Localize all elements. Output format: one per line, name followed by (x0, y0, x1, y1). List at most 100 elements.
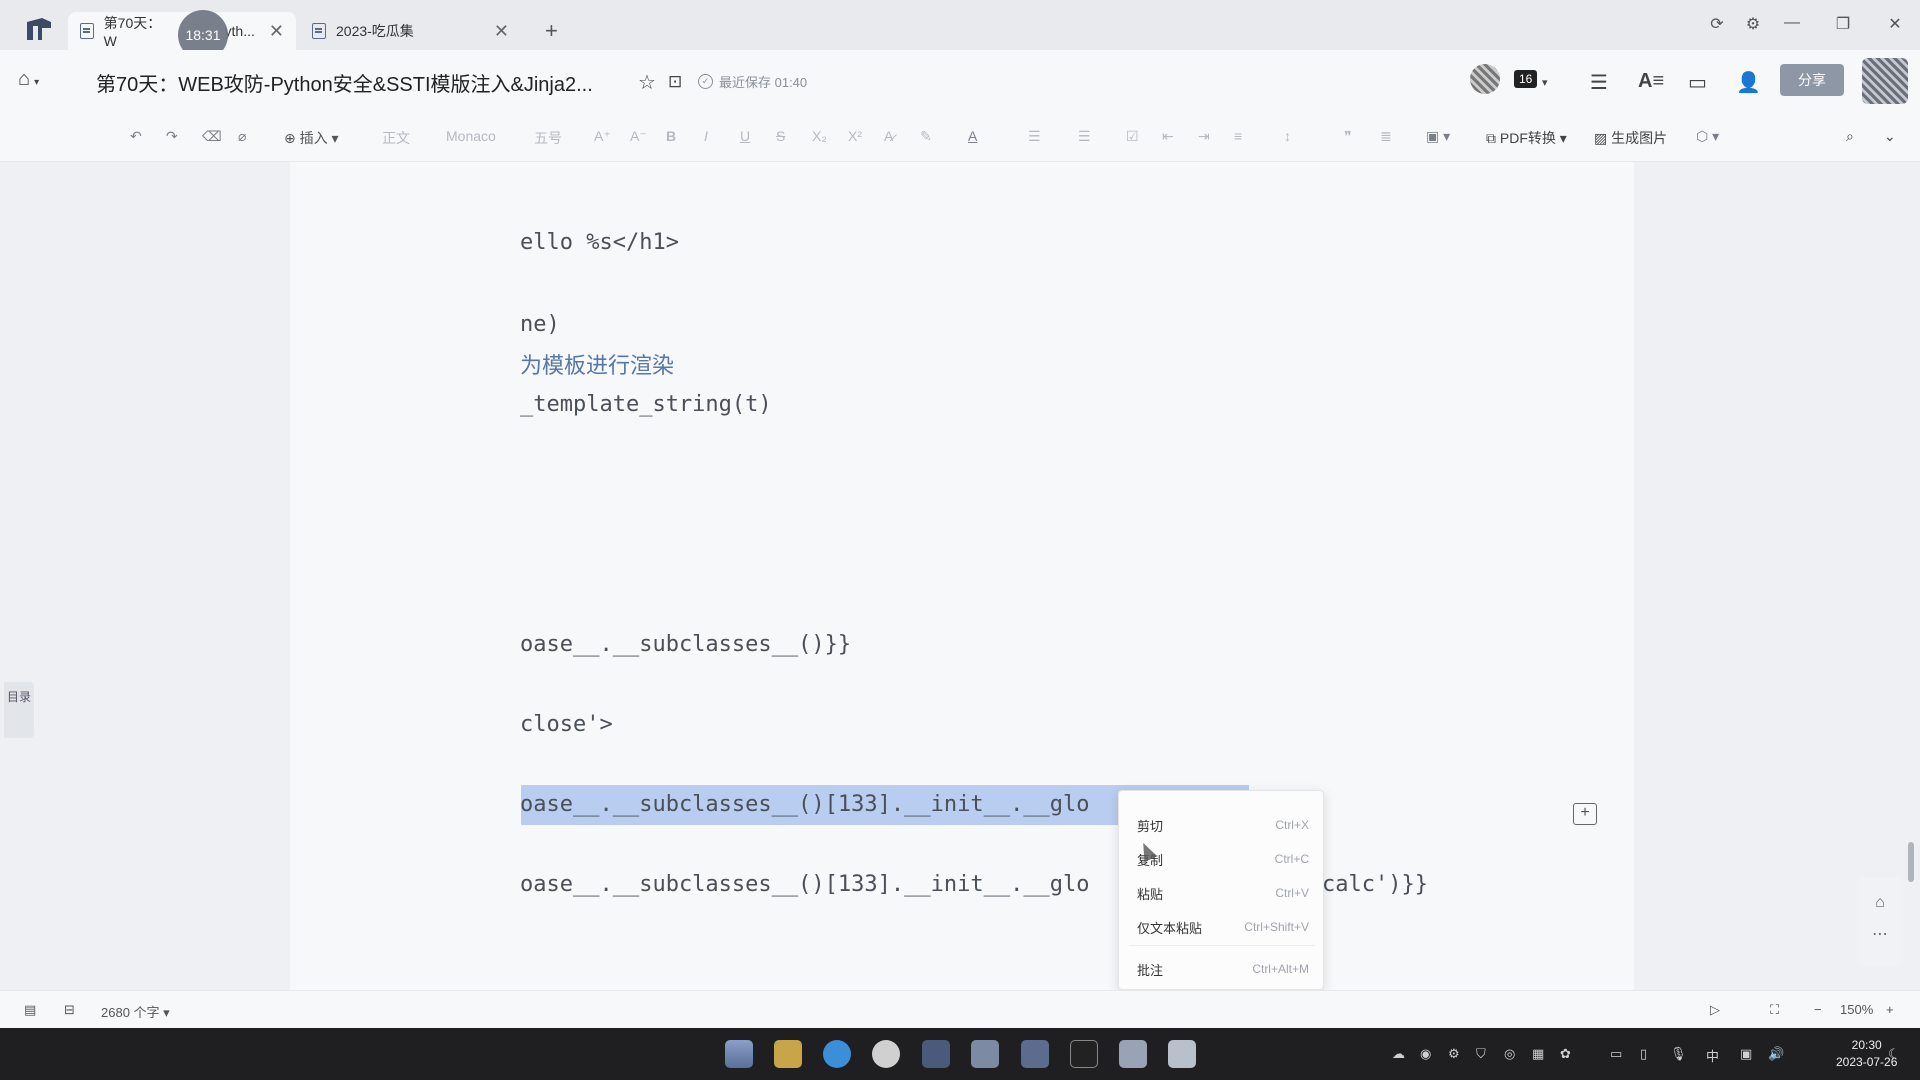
strikethrough-icon[interactable]: S (776, 128, 785, 144)
word-count[interactable]: 2680 个字 ▾ (101, 1002, 170, 1021)
increase-font-icon[interactable]: A⁺ (594, 128, 611, 145)
insert-button[interactable]: ⊕ 插入 ▾ (284, 128, 339, 148)
collapse-toolbar-icon[interactable]: ⌄ (1884, 128, 1896, 145)
tray-app-icon[interactable]: ✿ (1560, 1046, 1571, 1062)
settings-icon[interactable]: ⚙ (1741, 14, 1765, 34)
zoom-in-button[interactable]: + (1886, 1002, 1894, 1017)
quote-icon[interactable]: ❞ (1344, 128, 1352, 145)
menu-item-comment[interactable]: 批注 Ctrl+Alt+M (1137, 957, 1309, 981)
restore-button[interactable]: ❐ (1831, 14, 1855, 34)
tab-other-doc[interactable]: 2023-吃瓜集 ✕ (300, 12, 530, 50)
edge-browser-icon[interactable] (823, 1040, 851, 1068)
code-line[interactable]: oase__.__subclasses__()[133].__init__.__… (520, 872, 1090, 897)
undo-icon[interactable]: ↶ (130, 128, 142, 145)
pdf-convert-button[interactable]: ⧉ PDF转换 ▾ (1486, 128, 1567, 148)
tray-app-icon[interactable]: ☁ (1392, 1046, 1405, 1062)
home-icon[interactable]: ⌂ ▾ (18, 68, 39, 91)
add-comment-icon[interactable]: + (1573, 803, 1597, 825)
present-icon[interactable]: ▭ (1688, 70, 1707, 95)
menu-item-paste-text[interactable]: 仅文本粘贴 Ctrl+Shift+V (1137, 915, 1309, 939)
decrease-font-icon[interactable]: A⁻ (630, 128, 647, 145)
chevron-down-icon[interactable]: ▾ (1542, 76, 1548, 89)
close-icon[interactable]: ✕ (269, 21, 284, 42)
numbered-list-icon[interactable]: ☰ (1078, 128, 1091, 145)
app-icon[interactable] (1021, 1040, 1049, 1068)
code-line-tail[interactable]: calc')}} (1322, 872, 1428, 897)
tray-app-icon[interactable]: ◉ (1420, 1046, 1431, 1062)
page-view-icon[interactable]: ⊟ (64, 1002, 75, 1018)
zoom-level[interactable]: 150% (1840, 1002, 1873, 1017)
pycharm-icon[interactable] (1070, 1040, 1098, 1068)
outdent-icon[interactable]: ⇤ (1162, 128, 1174, 145)
network-icon[interactable]: ▣ (1740, 1046, 1752, 1062)
app-logo-icon[interactable] (24, 16, 54, 42)
sync-icon[interactable]: ⟳ (1705, 14, 1729, 34)
search-icon[interactable]: ⌕ (1846, 128, 1854, 145)
docs-app-icon[interactable] (922, 1040, 950, 1068)
text-format-icon[interactable]: A≡ (1638, 70, 1664, 93)
highlight-icon[interactable]: ✎ (920, 128, 932, 145)
document-page[interactable] (290, 162, 1634, 990)
tray-chat-icon[interactable]: ▭ (1610, 1046, 1622, 1062)
microphone-icon[interactable]: 🎙 (1670, 1046, 1687, 1062)
align-icon[interactable]: ≡ (1234, 128, 1242, 144)
bullet-list-icon[interactable]: ☰ (1028, 128, 1041, 145)
insert-image-icon[interactable]: ▣ ▾ (1426, 128, 1450, 145)
redo-icon[interactable]: ↷ (166, 128, 178, 145)
font-color-icon[interactable]: A (968, 128, 977, 144)
shirt-icon[interactable]: ⌂ (1858, 887, 1902, 919)
text-effect-icon[interactable]: A̷ (884, 128, 893, 144)
code-line[interactable]: ne) (520, 312, 560, 337)
notepad-icon[interactable] (1168, 1040, 1196, 1068)
new-tab-button[interactable]: + (545, 18, 558, 44)
start-menu-icon[interactable] (725, 1040, 753, 1068)
user-permission-icon[interactable]: 👤 (1736, 70, 1761, 95)
file-explorer-icon[interactable] (774, 1040, 802, 1068)
app-icon[interactable] (971, 1040, 999, 1068)
fullscreen-icon[interactable]: ⛶ (1770, 1002, 1779, 1018)
checklist-icon[interactable]: ☑ (1126, 128, 1139, 145)
menu-item-cut[interactable]: 剪切 Ctrl+X (1137, 813, 1309, 837)
play-icon[interactable]: ▷ (1710, 1002, 1720, 1018)
toc-toggle[interactable]: 目录 (4, 682, 34, 738)
code-line[interactable]: ello %s</h1> (520, 230, 679, 255)
clear-format-icon[interactable]: ⌀ (238, 128, 246, 145)
volume-icon[interactable]: 🔊 (1768, 1046, 1784, 1062)
document-title[interactable]: 第70天：WEB攻防-Python安全&SSTI模版注入&Jinja2... (96, 68, 593, 97)
subscript-icon[interactable]: X₂ (812, 128, 827, 144)
tray-app-icon[interactable]: ◎ (1504, 1046, 1515, 1062)
format-painter-icon[interactable]: ⌫ (202, 128, 222, 145)
tray-battery-icon[interactable]: ▯ (1640, 1046, 1647, 1062)
underline-icon[interactable]: U (740, 128, 750, 144)
input-method-indicator[interactable]: 中 (1706, 1046, 1719, 1065)
star-icon[interactable]: ☆ (638, 70, 656, 95)
collaborator-count[interactable]: 16 (1514, 70, 1538, 88)
more-tools-icon[interactable]: ⬡ ▾ (1696, 128, 1719, 145)
document-canvas[interactable]: 目录 ello %s</h1> ne) 为模板进行渲染 _template_st… (0, 162, 1920, 990)
italic-icon[interactable]: I (704, 128, 708, 144)
notification-icon[interactable]: ☾ (1888, 1046, 1900, 1062)
paragraph-style-select[interactable]: 正文 (382, 128, 410, 148)
indent-icon[interactable]: ⇥ (1198, 128, 1210, 145)
code-line[interactable]: _template_string(t) (520, 392, 772, 417)
app-icon[interactable] (1119, 1040, 1147, 1068)
font-size-select[interactable]: 五号 (534, 128, 562, 148)
collaborator-avatar[interactable] (1470, 64, 1500, 94)
close-icon[interactable]: ✕ (494, 21, 509, 42)
code-comment[interactable]: 为模板进行渲染 (520, 348, 674, 380)
code-line[interactable]: oase__.__subclasses__()}} (520, 632, 851, 657)
menu-item-paste[interactable]: 粘贴 Ctrl+V (1137, 881, 1309, 905)
zoom-out-button[interactable]: − (1814, 1002, 1822, 1017)
move-folder-icon[interactable]: ⊡ (668, 72, 682, 92)
menu-icon[interactable]: ☰ (1590, 70, 1608, 95)
line-spacing-icon[interactable]: ↕ (1284, 128, 1291, 144)
user-avatar[interactable] (1862, 58, 1908, 104)
outline-view-icon[interactable]: ▤ (24, 1002, 36, 1018)
superscript-icon[interactable]: X² (848, 128, 862, 144)
tray-app-icon[interactable]: ▦ (1532, 1046, 1544, 1062)
close-window-button[interactable]: ✕ (1883, 14, 1907, 34)
more-icon[interactable]: ⋯ (1858, 919, 1902, 951)
tray-app-icon[interactable]: ⚙ (1448, 1046, 1460, 1062)
scrollbar-thumb[interactable] (1908, 842, 1914, 882)
generate-image-button[interactable]: ▨ 生成图片 (1594, 128, 1667, 148)
